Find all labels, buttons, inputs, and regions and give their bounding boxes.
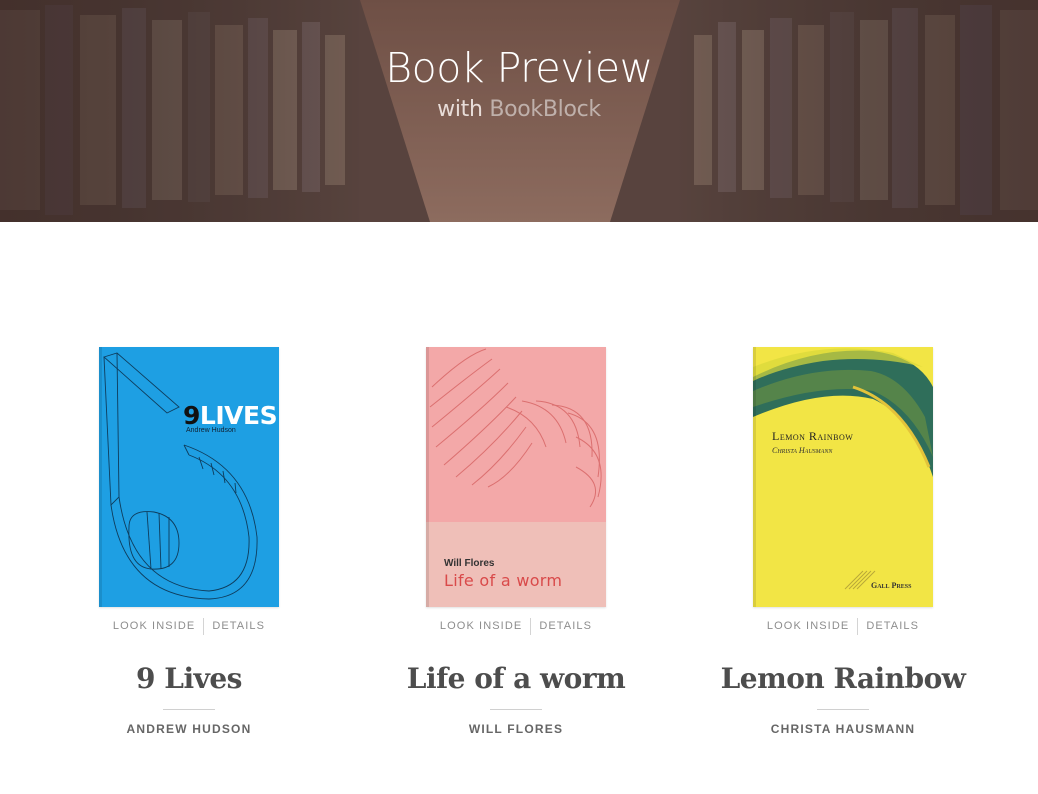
book-spine (426, 347, 429, 607)
cover-title: 9LIVES (183, 401, 278, 430)
divider (817, 709, 869, 710)
cover-publisher: Gall Press (871, 581, 912, 590)
cover-author: Andrew Hudson (186, 427, 236, 434)
divider (203, 617, 205, 635)
divider (163, 709, 215, 710)
book-actions: LOOK INSIDE DETAILS (26, 617, 352, 635)
nine-illustration (103, 352, 258, 600)
subtitle-with: with (437, 97, 483, 122)
book-item-life-of-a-worm: Will Flores Life of a worm LOOK INSIDE D… (353, 347, 679, 736)
details-link[interactable]: DETAILS (212, 620, 265, 632)
page-title: Book Preview (385, 44, 653, 92)
details-link[interactable]: DETAILS (539, 620, 592, 632)
book-title: 9 Lives (136, 662, 242, 695)
divider (857, 617, 859, 635)
book-spine (753, 347, 756, 607)
book-cover-life-of-a-worm[interactable]: Will Flores Life of a worm (426, 347, 606, 607)
book-cover-lemon-rainbow[interactable]: Lemon Rainbow Christa Hausmann Gall Pres… (753, 347, 933, 607)
brushstroke-illustration (753, 348, 933, 590)
hero-header: Book Preview with BookBlock (0, 0, 1038, 222)
cover-title: Life of a worm (444, 571, 563, 590)
book-title: Lemon Rainbow (720, 662, 966, 695)
book-author: WILL FLORES (468, 722, 564, 736)
book-actions: LOOK INSIDE DETAILS (680, 617, 1006, 635)
cover-title: Lemon Rainbow (772, 429, 854, 443)
divider (490, 709, 542, 710)
book-title: Life of a worm (406, 662, 626, 695)
cover-author: Will Flores (444, 558, 495, 569)
page-subtitle: with BookBlock (0, 97, 1038, 122)
book-item-9-lives: 9LIVES Andrew Hudson LOOK INSIDE DETAILS… (26, 347, 352, 736)
subtitle-brand: BookBlock (489, 97, 601, 122)
look-inside-link[interactable]: LOOK INSIDE (767, 620, 849, 632)
cover-author: Christa Hausmann (772, 446, 833, 455)
divider (530, 617, 532, 635)
look-inside-link[interactable]: LOOK INSIDE (440, 620, 522, 632)
book-item-lemon-rainbow: Lemon Rainbow Christa Hausmann Gall Pres… (680, 347, 1006, 736)
book-author: ANDREW HUDSON (126, 722, 252, 736)
book-actions: LOOK INSIDE DETAILS (353, 617, 679, 635)
book-spine (99, 347, 102, 607)
details-link[interactable]: DETAILS (866, 620, 919, 632)
book-author: CHRISTA HAUSMANN (770, 722, 916, 736)
book-cover-9-lives[interactable]: 9LIVES Andrew Hudson (99, 347, 279, 607)
look-inside-link[interactable]: LOOK INSIDE (113, 620, 195, 632)
